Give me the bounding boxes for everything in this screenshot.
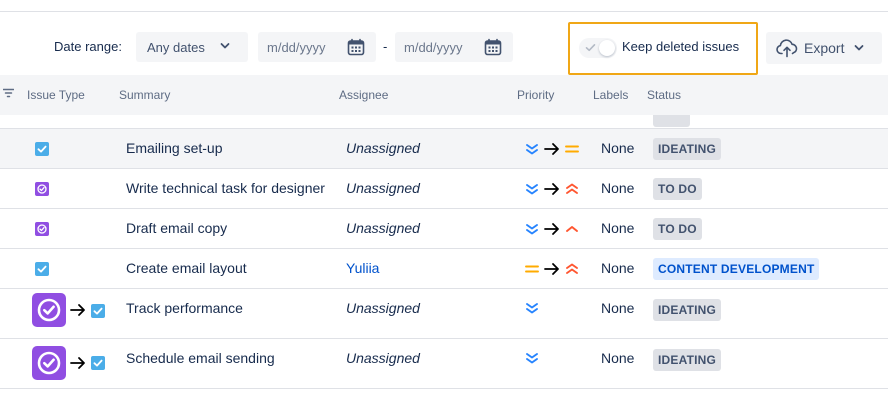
keep-deleted-toggle[interactable]	[579, 38, 617, 58]
status-badge: TO DO	[653, 178, 702, 200]
calendar-icon[interactable]	[347, 38, 365, 56]
arrow-right-icon	[544, 222, 560, 236]
issue-assignee: Unassigned	[346, 140, 420, 156]
priority-lowest-icon	[524, 301, 540, 315]
table-row[interactable]: Create email layout Yuliia None CONTENT …	[0, 249, 888, 289]
issue-assignee: Unassigned	[346, 350, 420, 366]
status-badge: IDEATING	[653, 138, 722, 160]
priority-lowest-icon	[524, 351, 540, 365]
calendar-icon[interactable]	[484, 38, 502, 56]
issue-summary[interactable]: Draft email copy	[126, 220, 227, 236]
subtask-circle-check-icon	[32, 293, 66, 327]
issue-labels: None	[601, 180, 635, 196]
date-range-select-value: Any dates	[147, 40, 205, 55]
subtask-circle-check-icon	[32, 346, 66, 380]
table-row-partial	[0, 115, 888, 129]
priority-highest-icon	[564, 182, 580, 196]
date-to-input[interactable]: m/dd/yyyy	[395, 32, 513, 62]
priority-medium-icon	[564, 142, 580, 156]
column-header-priority[interactable]: Priority	[517, 88, 554, 102]
issue-summary[interactable]: Emailing set-up	[126, 140, 223, 156]
column-header-issue-type[interactable]: Issue Type	[27, 88, 85, 102]
table-row[interactable]: Track performance Unassigned None IDEATI…	[0, 289, 888, 339]
issue-assignee[interactable]: Yuliia	[346, 260, 379, 276]
date-from-input[interactable]: m/dd/yyyy	[258, 32, 376, 62]
top-divider	[0, 11, 888, 12]
arrow-right-icon	[544, 182, 560, 196]
issue-assignee: Unassigned	[346, 300, 420, 316]
subtask-circle-check-icon	[35, 182, 49, 196]
export-label: Export	[804, 40, 845, 56]
keep-deleted-label: Keep deleted issues	[622, 39, 740, 54]
table-header: Issue Type Summary Assignee Priority Lab…	[0, 75, 888, 115]
table-row[interactable]: Schedule email sending Unassigned None I…	[0, 339, 888, 389]
status-badge: TO DO	[653, 218, 702, 240]
arrow-right-icon	[70, 356, 86, 370]
status-badge: IDEATING	[653, 349, 722, 371]
arrow-right-icon	[544, 262, 560, 276]
date-range-label: Date range:	[54, 39, 122, 54]
column-header-assignee[interactable]: Assignee	[339, 88, 388, 102]
table-row[interactable]: Write technical task for designer Unassi…	[0, 169, 888, 209]
subtask-circle-check-icon	[35, 222, 49, 236]
date-from-placeholder: m/dd/yyyy	[267, 40, 326, 55]
status-badge: IDEATING	[653, 299, 722, 321]
chevron-down-icon	[220, 42, 230, 50]
task-checkbox-icon	[35, 142, 49, 156]
issue-summary[interactable]: Create email layout	[126, 260, 247, 276]
issue-assignee: Unassigned	[346, 180, 420, 196]
table-row[interactable]: Draft email copy Unassigned None TO DO	[0, 209, 888, 249]
toggle-knob	[599, 40, 615, 56]
issue-summary[interactable]: Track performance	[126, 300, 243, 316]
column-header-labels[interactable]: Labels	[593, 88, 628, 102]
issue-labels: None	[601, 300, 635, 316]
chevron-down-icon	[854, 44, 864, 52]
priority-lowest-icon	[524, 222, 540, 236]
export-button[interactable]: Export	[766, 32, 882, 64]
priority-lowest-icon	[524, 142, 540, 156]
priority-highest-icon	[564, 262, 580, 276]
priority-medium-icon	[524, 262, 540, 276]
table-row[interactable]: Emailing set-up Unassigned None IDEATING	[0, 129, 888, 169]
date-separator: -	[383, 39, 388, 54]
issue-labels: None	[601, 220, 635, 236]
column-header-status[interactable]: Status	[647, 88, 681, 102]
status-badge	[653, 115, 690, 127]
arrow-right-icon	[70, 303, 86, 317]
check-icon	[585, 44, 596, 52]
date-range-select[interactable]: Any dates	[136, 32, 248, 62]
status-badge: CONTENT DEVELOPMENT	[653, 258, 820, 280]
cloud-upload-icon	[776, 39, 798, 58]
task-checkbox-icon	[91, 356, 105, 370]
issue-summary[interactable]: Schedule email sending	[126, 350, 275, 366]
arrow-right-icon	[544, 142, 560, 156]
date-to-placeholder: m/dd/yyyy	[404, 40, 463, 55]
filter-icon[interactable]	[3, 88, 14, 98]
issue-assignee: Unassigned	[346, 220, 420, 236]
issue-labels: None	[601, 140, 635, 156]
issue-summary[interactable]: Write technical task for designer	[126, 180, 325, 196]
priority-lowest-icon	[524, 182, 540, 196]
task-checkbox-icon	[91, 304, 105, 318]
issue-labels: None	[601, 350, 635, 366]
task-checkbox-icon	[35, 262, 49, 276]
priority-high-icon	[564, 222, 580, 236]
column-header-summary[interactable]: Summary	[119, 88, 170, 102]
issue-labels: None	[601, 260, 635, 276]
keep-deleted-highlight: Keep deleted issues	[568, 22, 758, 75]
